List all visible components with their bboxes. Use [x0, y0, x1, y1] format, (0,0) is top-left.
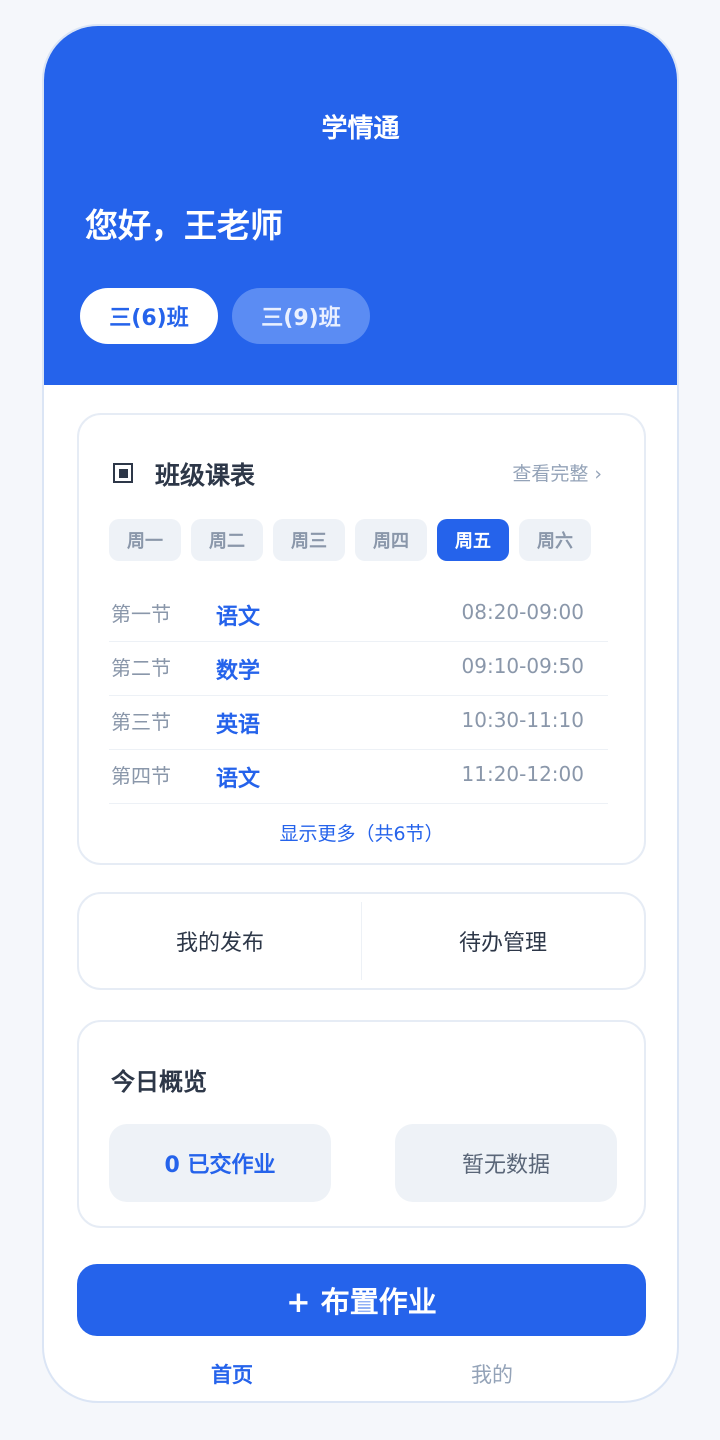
period-name: 第一节: [111, 602, 171, 626]
submitted-homework-stat[interactable]: 0 已交作业: [109, 1124, 331, 1202]
show-more-link[interactable]: 显示更多（共6节）: [79, 819, 644, 846]
nav-mine[interactable]: 我的: [471, 1359, 513, 1389]
period-list: 第一节 语文 08:20-09:00 第二节 数学 09:10-09:50 第三…: [109, 588, 608, 804]
day-tab-mon[interactable]: 周一: [109, 519, 181, 561]
day-tab-thu[interactable]: 周四: [355, 519, 427, 561]
period-row: 第四节 语文 11:20-12:00: [109, 750, 608, 804]
period-time: 10:30-11:10: [461, 708, 585, 732]
schedule-icon: [113, 463, 133, 483]
my-posts-button[interactable]: 我的发布: [79, 894, 361, 988]
view-full-schedule-link[interactable]: 查看完整 ›: [512, 459, 602, 486]
day-tab-sat[interactable]: 周六: [519, 519, 591, 561]
app-title: 学情通: [321, 114, 400, 144]
quick-actions-card: 我的发布 待办管理: [77, 892, 646, 990]
day-tabs: 周一 周二 周三 周四 周五 周六: [109, 519, 601, 561]
period-subject: 英语: [216, 713, 261, 738]
schedule-title: 班级课表: [155, 461, 256, 490]
greeting: 您好，王老师: [85, 206, 283, 245]
period-subject: 语文: [216, 767, 261, 792]
nav-home[interactable]: 首页: [211, 1359, 253, 1389]
day-tab-tue[interactable]: 周二: [191, 519, 263, 561]
app-screen: 学情通 您好，王老师 三(6)班 三(9)班 班级课表 查看完整 › 周一 周二…: [42, 24, 679, 1403]
period-name: 第三节: [111, 710, 171, 734]
period-subject: 数学: [216, 659, 261, 684]
period-time: 11:20-12:00: [461, 762, 585, 786]
no-data-stat: 暂无数据: [395, 1124, 617, 1202]
day-tab-wed[interactable]: 周三: [273, 519, 345, 561]
period-row: 第一节 语文 08:20-09:00: [109, 588, 608, 642]
assign-homework-button[interactable]: + 布置作业: [77, 1264, 646, 1336]
period-time: 08:20-09:00: [461, 600, 585, 624]
period-name: 第四节: [111, 764, 171, 788]
period-subject: 语文: [216, 605, 261, 630]
class-tab-3-9[interactable]: 三(9)班: [232, 288, 370, 344]
schedule-card: 班级课表 查看完整 › 周一 周二 周三 周四 周五 周六 第一节 语文 08:…: [77, 413, 646, 865]
overview-card: 今日概览 0 已交作业 暂无数据: [77, 1020, 646, 1228]
period-time: 09:10-09:50: [461, 654, 585, 678]
period-row: 第二节 数学 09:10-09:50: [109, 642, 608, 696]
period-row: 第三节 英语 10:30-11:10: [109, 696, 608, 750]
day-tab-fri[interactable]: 周五: [437, 519, 509, 561]
todo-management-button[interactable]: 待办管理: [362, 894, 644, 988]
overview-title: 今日概览: [111, 1068, 207, 1096]
header: 学情通 您好，王老师 三(6)班 三(9)班: [44, 26, 677, 385]
period-name: 第二节: [111, 656, 171, 680]
class-tab-3-6[interactable]: 三(6)班: [80, 288, 218, 344]
